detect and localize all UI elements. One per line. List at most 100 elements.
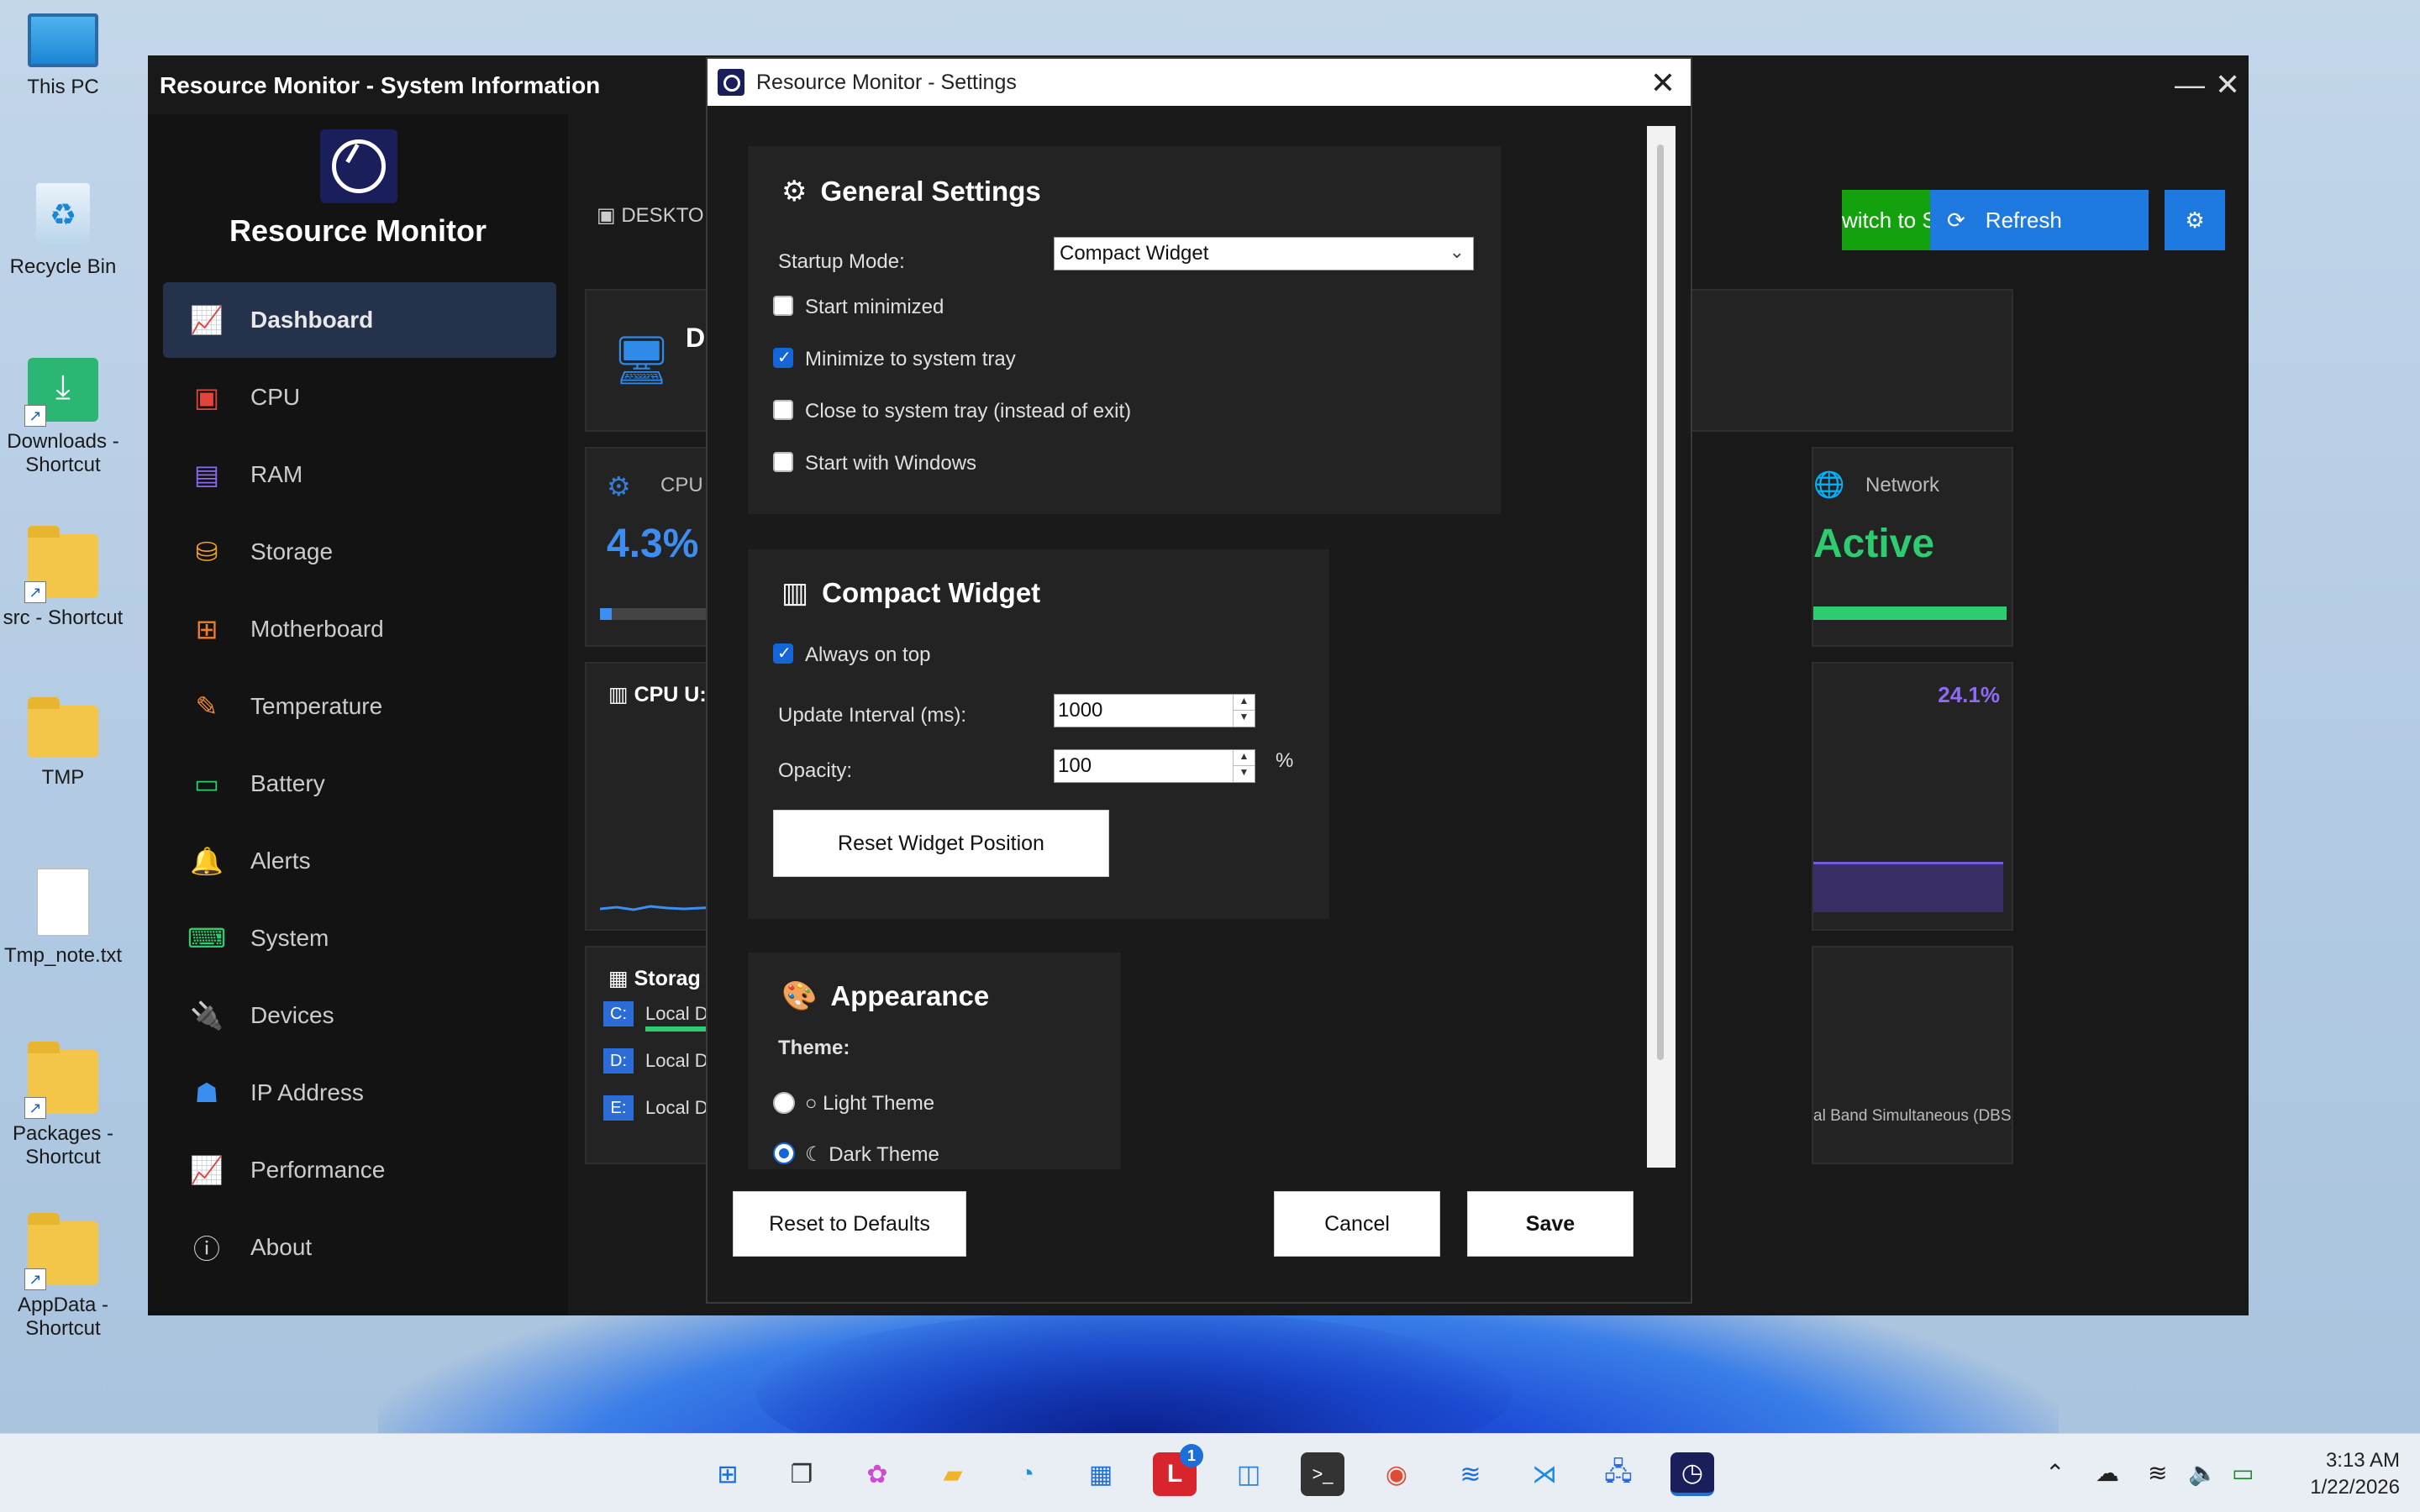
clock[interactable]: 3:13 AM 1/22/2026 xyxy=(2310,1447,2400,1501)
settings-dialog: Resource Monitor - Settings ✕ ⚙ General S… xyxy=(706,57,1692,1304)
chart-line-icon: 📈 xyxy=(190,305,224,335)
stepper-up-icon[interactable]: ▲ xyxy=(1233,695,1255,711)
network-usage-area xyxy=(1813,862,2003,912)
battery-icon[interactable]: ▭ xyxy=(2232,1459,2254,1487)
drive-letter: D: xyxy=(603,1048,634,1074)
reset-widget-position-button[interactable]: Reset Widget Position xyxy=(773,810,1109,877)
opacity-stepper[interactable]: 100 ▲ ▼ xyxy=(1054,749,1255,783)
start-windows-checkbox[interactable] xyxy=(773,452,793,472)
sidebar-item-label: System xyxy=(250,925,329,951)
cpu-label: CPU xyxy=(660,474,703,496)
sidebar-item-ram[interactable]: ▤ RAM xyxy=(163,437,556,512)
startup-mode-select[interactable]: Compact Widget ⌄ xyxy=(1054,237,1474,270)
edge-icon[interactable]: ◔ xyxy=(1005,1452,1049,1496)
desktop-icon-label: AppData - Shortcut xyxy=(17,1294,109,1340)
sidebar-item-motherboard[interactable]: ⊞ Motherboard xyxy=(163,591,556,667)
desktop-icon-src[interactable]: ↗ src - Shortcut xyxy=(0,526,126,630)
monitor-icon xyxy=(28,13,98,67)
dialog-title: Resource Monitor - Settings xyxy=(756,70,1017,94)
desktop-icon-tmp[interactable]: TMP xyxy=(0,697,126,790)
moon-icon: ☾ xyxy=(805,1143,829,1166)
desktop-icon-this-pc[interactable]: This PC xyxy=(0,13,126,99)
sidebar-item-dashboard[interactable]: 📈 Dashboard xyxy=(163,282,556,358)
scrollbar-thumb[interactable] xyxy=(1657,144,1664,1060)
always-on-top-checkbox[interactable] xyxy=(773,643,793,664)
minimize-button[interactable]: — xyxy=(2175,67,2205,102)
sidebar-item-battery[interactable]: ▭ Battery xyxy=(163,746,556,822)
sidebar-item-about[interactable]: ⓘ About xyxy=(163,1210,556,1285)
desktop-icon-tmp-note[interactable]: Tmp_note.txt xyxy=(0,869,126,968)
dark-theme-radio[interactable] xyxy=(773,1142,795,1164)
cloud-icon[interactable]: ☁ xyxy=(2096,1459,2119,1487)
chrome-icon[interactable]: ◉ xyxy=(1375,1452,1418,1496)
appearance-title: 🎨 Appearance xyxy=(781,980,990,1012)
reset-defaults-button[interactable]: Reset to Defaults xyxy=(733,1191,966,1257)
vscode-icon[interactable]: ⋊ xyxy=(1523,1452,1566,1496)
network-label: Network xyxy=(1865,474,1940,496)
sidebar-item-performance[interactable]: 📈 Performance xyxy=(163,1132,556,1208)
cancel-button[interactable]: Cancel xyxy=(1274,1191,1440,1257)
system-icon: ⌨ xyxy=(187,923,227,953)
sidebar-item-system[interactable]: ⌨ System xyxy=(163,900,556,976)
minimize-tray-checkbox[interactable] xyxy=(773,347,793,368)
lenovo-icon[interactable]: L1 xyxy=(1153,1444,1203,1496)
dark-theme-label: ☾ Dark Theme xyxy=(805,1143,939,1166)
sidebar-item-ip-address[interactable]: ☗ IP Address xyxy=(163,1055,556,1131)
stepper-down-icon[interactable]: ▼ xyxy=(1233,766,1255,782)
sidebar-item-cpu[interactable]: ▣ CPU xyxy=(163,360,556,435)
app-icon[interactable]: ≋ xyxy=(1449,1452,1492,1496)
wifi-icon[interactable]: ≋ xyxy=(2148,1459,2167,1487)
palette-icon: 🎨 xyxy=(781,980,818,1012)
theme-label: Theme: xyxy=(778,1037,850,1059)
dialog-footer: Reset to Defaults Cancel Save xyxy=(724,1169,1677,1287)
refresh-button[interactable]: ⟳ Refresh xyxy=(1930,190,2149,250)
start-button-icon[interactable]: ⊞ xyxy=(706,1452,750,1496)
desktop-icon: 🖥 xyxy=(612,333,672,386)
performance-icon: 📈 xyxy=(190,1155,224,1185)
sidebar-item-devices[interactable]: 🔌 Devices xyxy=(163,978,556,1053)
desktop-icon-packages[interactable]: ↗ Packages - Shortcut xyxy=(0,1042,126,1169)
control-panel-icon[interactable]: ◫ xyxy=(1227,1452,1270,1496)
start-minimized-checkbox[interactable] xyxy=(773,296,793,316)
always-on-top-label: Always on top xyxy=(805,643,931,666)
chip-icon: ▣ xyxy=(193,382,220,412)
close-tray-label: Close to system tray (instead of exit) xyxy=(805,400,1132,423)
update-interval-stepper[interactable]: 1000 ▲ ▼ xyxy=(1054,694,1255,727)
desktop-icon-appdata[interactable]: ↗ AppData - Shortcut xyxy=(0,1213,126,1341)
close-button[interactable]: ✕ xyxy=(2215,67,2240,102)
desktop-icon-recycle-bin[interactable]: ♻ Recycle Bin xyxy=(0,183,126,279)
dialog-scrollbar[interactable] xyxy=(1647,126,1676,1168)
file-explorer-icon[interactable]: ▰ xyxy=(931,1452,975,1496)
close-icon[interactable]: ✕ xyxy=(1650,66,1676,101)
stepper-down-icon[interactable]: ▼ xyxy=(1233,711,1255,727)
sidebar-item-label: Dashboard xyxy=(250,307,374,333)
opacity-label: Opacity: xyxy=(778,759,853,782)
copilot-icon[interactable]: ✿ xyxy=(855,1452,899,1496)
notification-badge: 1 xyxy=(1180,1444,1203,1467)
folder-icon: ↗ xyxy=(24,1213,98,1290)
database-icon: ⛁ xyxy=(195,537,218,567)
sidebar-item-temperature[interactable]: ✎ Temperature xyxy=(163,669,556,744)
task-view-icon[interactable]: ❐ xyxy=(780,1452,823,1496)
desktop-icon-label: This PC xyxy=(27,76,99,98)
save-button[interactable]: Save xyxy=(1467,1191,1634,1257)
bell-icon: 🔔 xyxy=(190,846,224,876)
light-theme-radio[interactable] xyxy=(773,1092,795,1114)
shortcut-arrow-icon: ↗ xyxy=(24,405,46,427)
terminal-icon[interactable]: >_ xyxy=(1301,1452,1344,1496)
store-icon[interactable]: ▦ xyxy=(1079,1452,1123,1496)
desktop-icon-label: Packages - Shortcut xyxy=(12,1122,114,1168)
sidebar-item-label: Temperature xyxy=(250,693,383,719)
desktop-icon-downloads[interactable]: ⤓ ↗ Downloads - Shortcut xyxy=(0,358,126,477)
settings-button[interactable]: ⚙ xyxy=(2165,190,2225,250)
remote-desktop-icon[interactable]: 🖧 xyxy=(1597,1452,1640,1496)
stepper-up-icon[interactable]: ▲ xyxy=(1233,750,1255,766)
resource-monitor-taskbar-icon[interactable]: ◷ xyxy=(1670,1452,1714,1496)
chevron-up-icon[interactable]: ⌃ xyxy=(2045,1459,2065,1487)
sitemap-icon: ⊞ xyxy=(195,614,218,644)
sidebar-item-storage[interactable]: ⛁ Storage xyxy=(163,514,556,590)
close-tray-checkbox[interactable] xyxy=(773,400,793,420)
volume-icon[interactable]: 🔈 xyxy=(2188,1459,2217,1487)
recycle-bin-icon: ♻ xyxy=(36,183,90,247)
sidebar-item-alerts[interactable]: 🔔 Alerts xyxy=(163,823,556,899)
